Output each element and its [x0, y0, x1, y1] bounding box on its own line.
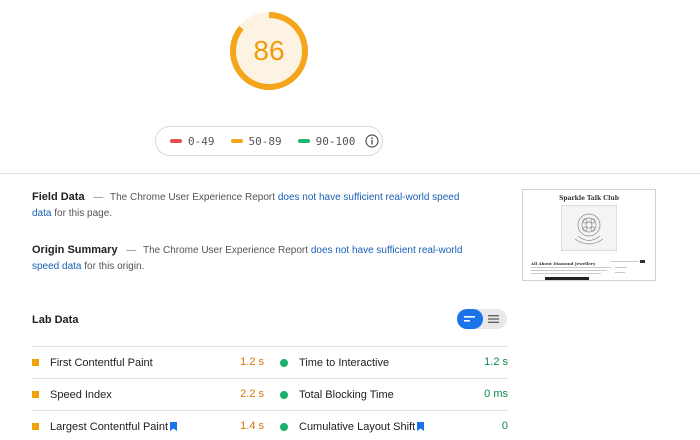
field-data-text: The Chrome User Experience Report	[109, 192, 276, 203]
bookmark-flag-icon	[417, 422, 425, 431]
metric-value: 1.4 s	[240, 420, 264, 432]
performance-score-gauge: 86	[228, 10, 310, 92]
metric-name: Speed Index	[50, 388, 112, 401]
average-marker-icon	[32, 391, 39, 398]
diamond-ring-image	[561, 205, 617, 251]
average-marker-icon	[32, 359, 39, 366]
origin-summary-section: Origin Summary — The Chrome User Experie…	[32, 242, 472, 275]
thumbnail-text-line	[531, 273, 601, 274]
score-value: 86	[253, 35, 285, 66]
metric-name: Largest Contentful Paint	[50, 420, 169, 433]
lab-data-title: Lab Data	[32, 314, 79, 326]
origin-summary-text: The Chrome User Experience Report	[142, 245, 309, 256]
thumbnail-text-line	[531, 270, 607, 271]
field-data-title: Field Data	[32, 191, 85, 203]
metric-name: First Contentful Paint	[50, 356, 153, 369]
thumbnail-sidebar-line	[615, 267, 627, 268]
info-circle-icon[interactable]	[365, 134, 379, 148]
metric-total-blocking-time: Total Blocking Time 0 ms	[280, 379, 508, 410]
metric-first-contentful-paint: First Contentful Paint 1.2 s	[32, 347, 264, 378]
metric-value: 0	[501, 420, 508, 432]
bar-view-icon[interactable]	[463, 313, 477, 325]
legend-item-poor: 0-49	[170, 135, 215, 148]
good-marker-icon	[280, 390, 288, 399]
origin-summary-text-end: for this origin.	[84, 261, 145, 272]
metric-value: 2.2 s	[240, 388, 264, 400]
thumbnail-text-line	[531, 267, 611, 268]
field-data-section: Field Data — The Chrome User Experience …	[32, 189, 472, 222]
good-marker-icon	[280, 358, 288, 367]
metric-value: 0 ms	[484, 388, 508, 400]
metrics-row: First Contentful Paint 1.2 s Time to Int…	[32, 346, 508, 378]
legend-poor-swatch	[170, 139, 182, 143]
thumbnail-search-box	[611, 261, 639, 262]
metrics-row: Speed Index 2.2 s Total Blocking Time 0 …	[32, 378, 508, 410]
bookmark-flag-icon	[170, 422, 178, 431]
legend-good-label: 90-100	[315, 134, 356, 148]
thumbnail-heading: All About Diamond Jewellery	[531, 261, 596, 266]
metric-name-wrap: Largest Contentful Paint	[50, 420, 178, 433]
origin-summary-separator: —	[126, 245, 137, 256]
page-screenshot-thumbnail: Sparkle Talk Club All About Diamond Jewe…	[522, 189, 656, 281]
metric-name-wrap: Cumulative Layout Shift	[299, 420, 425, 433]
metric-value: 1.2 s	[484, 356, 508, 368]
good-marker-icon	[280, 422, 288, 431]
legend-item-good: 90-100	[297, 134, 356, 148]
metrics-view-toggle[interactable]	[457, 309, 507, 329]
legend-item-average: 50-89	[230, 134, 282, 148]
metric-name: Cumulative Layout Shift	[299, 420, 416, 433]
metric-largest-contentful-paint: Largest Contentful Paint 1.4 s	[32, 411, 264, 440]
legend-average-swatch	[230, 139, 243, 143]
metric-time-to-interactive: Time to Interactive 1.2 s	[280, 347, 508, 378]
legend-good-swatch	[297, 139, 310, 143]
thumbnail-sidebar-line	[615, 272, 625, 273]
section-divider	[0, 173, 700, 174]
score-legend: 0-49 50-89 90-100	[155, 126, 383, 156]
metrics-row: Largest Contentful Paint 1.4 s Cumulativ…	[32, 410, 508, 440]
origin-summary-title: Origin Summary	[32, 244, 118, 256]
field-data-separator: —	[93, 192, 104, 203]
lab-metrics-table: First Contentful Paint 1.2 s Time to Int…	[32, 346, 508, 440]
thumbnail-site-title: Sparkle Talk Club	[559, 195, 619, 202]
metric-name: Time to Interactive	[299, 356, 390, 369]
average-marker-icon	[32, 423, 39, 430]
metric-cumulative-layout-shift: Cumulative Layout Shift 0	[280, 411, 508, 440]
metric-name: Total Blocking Time	[299, 388, 394, 401]
metric-speed-index: Speed Index 2.2 s	[32, 379, 264, 410]
thumbnail-footer-bar	[545, 277, 589, 280]
thumbnail-search-button	[640, 260, 645, 263]
list-view-icon[interactable]	[487, 313, 501, 325]
metric-value: 1.2 s	[240, 356, 264, 368]
legend-average-label: 50-89	[248, 134, 282, 148]
legend-poor-label: 0-49	[188, 134, 215, 148]
field-data-text-end: for this page.	[54, 208, 113, 219]
